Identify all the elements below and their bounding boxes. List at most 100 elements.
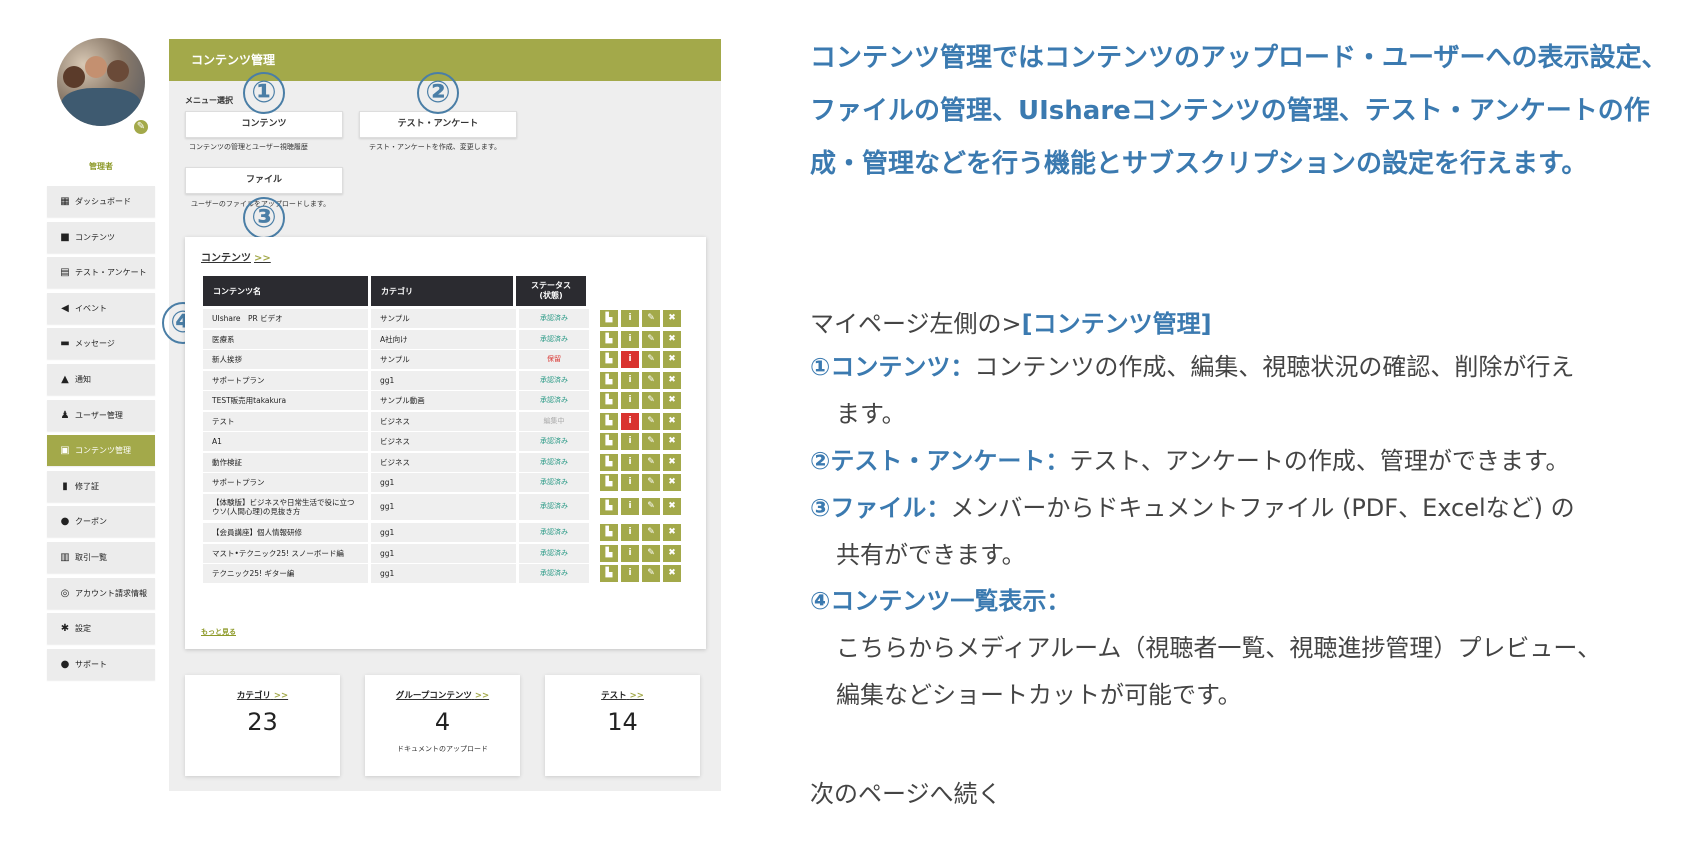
edit-avatar-icon[interactable]: ✎ <box>132 118 150 136</box>
delete-icon[interactable]: ✖ <box>663 565 681 582</box>
edit-icon[interactable]: ✎ <box>642 524 660 541</box>
test-survey-card-button[interactable]: テスト・アンケート <box>359 111 517 138</box>
media-room-icon[interactable]: ▙ <box>600 351 618 368</box>
info-icon[interactable]: i <box>621 453 639 471</box>
media-room-icon[interactable]: ▙ <box>600 371 618 389</box>
edit-icon[interactable]: ✎ <box>642 330 660 348</box>
media-room-icon[interactable]: ▙ <box>600 524 618 541</box>
sidebar-item-settings[interactable]: ✱ 設定 <box>47 613 155 645</box>
feature-continued: ます。 <box>836 400 906 428</box>
sidebar-nav: ▦ ダッシュボード ■ コンテンツ ▤ テスト・アンケート ◀ イベント ▬ メッセージ ▲ 通知 ♟ ユ… <box>47 186 155 684</box>
info-icon[interactable]: i <box>621 371 639 389</box>
delete-icon[interactable]: ✖ <box>663 412 681 430</box>
info-icon[interactable]: i <box>621 412 639 430</box>
delete-icon[interactable]: ✖ <box>663 433 681 450</box>
stat-title[interactable]: カテゴリ >> <box>185 689 340 701</box>
user-role: 管理者 <box>89 162 113 171</box>
intro-line: マイページ左側の>[コンテンツ管理] <box>810 304 1212 339</box>
media-room-icon[interactable]: ▙ <box>600 565 618 582</box>
sidebar-item-transactions[interactable]: ▥ 取引一覧 <box>47 541 155 573</box>
media-room-icon[interactable]: ▙ <box>600 453 618 471</box>
info-icon[interactable]: i <box>621 351 639 368</box>
delete-icon[interactable]: ✖ <box>663 498 681 515</box>
sidebar-item-contents[interactable]: ■ コンテンツ <box>47 221 155 253</box>
media-room-icon[interactable]: ▙ <box>600 330 618 348</box>
edit-icon[interactable]: ✎ <box>642 392 660 409</box>
media-room-icon[interactable]: ▙ <box>600 412 618 430</box>
edit-icon[interactable]: ✎ <box>642 351 660 368</box>
edit-icon[interactable]: ✎ <box>642 433 660 450</box>
delete-icon[interactable]: ✖ <box>663 453 681 471</box>
sidebar-item-test-survey[interactable]: ▤ テスト・アンケート <box>47 257 155 289</box>
edit-icon[interactable]: ✎ <box>642 474 660 491</box>
edit-icon[interactable]: ✎ <box>642 371 660 389</box>
media-room-icon[interactable]: ▙ <box>600 433 618 450</box>
table-row: サポートプラン gg1 承認済み ▙ i ✎ ✖ <box>203 370 684 390</box>
content-manage-icon: ▣ <box>60 445 70 457</box>
sidebar-item-account-billing[interactable]: ◎ アカウント請求情報 <box>47 577 155 609</box>
sidebar-item-notification[interactable]: ▲ 通知 <box>47 363 155 395</box>
row-actions: ▙ i ✎ ✖ <box>600 544 684 563</box>
sidebar-item-dashboard[interactable]: ▦ ダッシュボード <box>47 186 155 217</box>
sidebar-item-label: イベント <box>75 303 107 313</box>
delete-icon[interactable]: ✖ <box>663 524 681 541</box>
delete-icon[interactable]: ✖ <box>663 474 681 491</box>
stat-title[interactable]: テスト >> <box>545 689 700 701</box>
contents-card-button[interactable]: コンテンツ <box>185 111 343 138</box>
stat-title[interactable]: グループコンテンツ >> <box>365 689 520 701</box>
feature-text: メンバーからドキュメントファイル (PDF、Excelなど) の <box>950 494 1575 522</box>
delete-icon[interactable]: ✖ <box>663 392 681 409</box>
edit-icon[interactable]: ✎ <box>642 498 660 515</box>
see-more-link[interactable]: もっと見る <box>201 627 236 637</box>
edit-icon[interactable]: ✎ <box>642 565 660 582</box>
sidebar-item-certificate[interactable]: ▮ 修了証 <box>47 470 155 502</box>
sidebar-item-label: クーポン <box>75 517 107 527</box>
delete-icon[interactable]: ✖ <box>663 371 681 389</box>
media-room-icon[interactable]: ▙ <box>600 392 618 409</box>
stat-card-group-contents[interactable]: グループコンテンツ >> 4 ドキュメントのアップロード <box>365 675 520 776</box>
sidebar-item-label: 取引一覧 <box>75 552 107 562</box>
stat-card-test[interactable]: テスト >> 14 <box>545 675 700 776</box>
status-cell: 編集中 <box>519 411 589 431</box>
info-icon[interactable]: i <box>621 498 639 515</box>
media-room-icon[interactable]: ▙ <box>600 544 618 562</box>
sidebar-item-label: 修了証 <box>75 481 99 491</box>
sidebar-item-event[interactable]: ◀ イベント <box>47 292 155 324</box>
sidebar-item-content-management[interactable]: ▣ コンテンツ管理 <box>47 435 155 467</box>
media-room-icon[interactable]: ▙ <box>600 310 618 327</box>
status-cell: 承認済み <box>519 543 589 563</box>
media-room-icon[interactable]: ▙ <box>600 474 618 491</box>
edit-icon[interactable]: ✎ <box>642 453 660 471</box>
stat-title-text[interactable]: カテゴリ <box>237 691 271 701</box>
delete-icon[interactable]: ✖ <box>663 310 681 327</box>
sidebar-item-user-management[interactable]: ♟ ユーザー管理 <box>47 399 155 431</box>
info-icon[interactable]: i <box>621 474 639 491</box>
media-room-icon[interactable]: ▙ <box>600 498 618 515</box>
edit-icon[interactable]: ✎ <box>642 412 660 430</box>
delete-icon[interactable]: ✖ <box>663 351 681 368</box>
contents-list-title[interactable]: コンテンツ >> <box>201 249 271 264</box>
info-icon[interactable]: i <box>621 544 639 562</box>
info-icon[interactable]: i <box>621 310 639 327</box>
contents-list-title-text[interactable]: コンテンツ <box>201 253 251 264</box>
stat-card-category[interactable]: カテゴリ >> 23 <box>185 675 340 776</box>
delete-icon[interactable]: ✖ <box>663 544 681 562</box>
info-icon[interactable]: i <box>621 433 639 450</box>
stat-subtext: ドキュメントのアップロード <box>397 745 488 753</box>
stat-title-text[interactable]: グループコンテンツ <box>396 691 472 701</box>
info-icon[interactable]: i <box>621 392 639 409</box>
stat-arrow: >> <box>474 691 490 701</box>
stat-title-text[interactable]: テスト <box>601 691 627 701</box>
sidebar-item-coupon[interactable]: ● クーポン <box>47 506 155 538</box>
edit-icon[interactable]: ✎ <box>642 544 660 562</box>
avatar[interactable] <box>57 38 145 126</box>
file-card-button[interactable]: ファイル <box>185 167 343 194</box>
content-management-panel: コンテンツ管理 メニュー選択 コンテンツ コンテンツの管理とユーザー視聴履歴 テ… <box>162 39 721 791</box>
sidebar-item-support[interactable]: ● サポート <box>47 648 155 680</box>
edit-icon[interactable]: ✎ <box>642 310 660 327</box>
info-icon[interactable]: i <box>621 524 639 541</box>
sidebar-item-message[interactable]: ▬ メッセージ <box>47 328 155 360</box>
delete-icon[interactable]: ✖ <box>663 330 681 348</box>
info-icon[interactable]: i <box>621 565 639 582</box>
info-icon[interactable]: i <box>621 330 639 348</box>
